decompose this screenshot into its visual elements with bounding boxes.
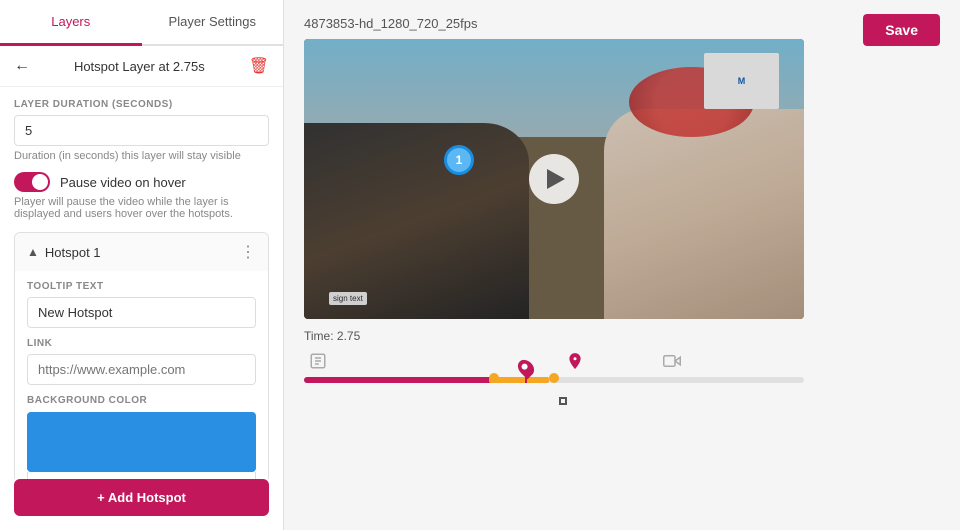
link-label: LINK xyxy=(27,338,256,349)
more-options-icon[interactable]: ⋮ xyxy=(240,242,256,262)
current-time-pin[interactable] xyxy=(519,359,533,383)
hotspot-header-left: ▲ Hotspot 1 xyxy=(27,245,101,260)
pause-video-toggle[interactable] xyxy=(14,172,50,192)
bg-color-label: BACKGROUND COLOR xyxy=(27,395,256,406)
cursor-area xyxy=(304,395,804,415)
camera-icon[interactable] xyxy=(658,349,686,373)
color-info: Custom #0C80DFA6 xyxy=(27,472,256,479)
add-hotspot-button[interactable]: + Add Hotspot xyxy=(14,479,269,516)
pause-video-label: Pause video on hover xyxy=(60,175,186,190)
time-label: Time: 2.75 xyxy=(304,329,804,343)
hotspot-header[interactable]: ▲ Hotspot 1 ⋮ xyxy=(15,233,268,271)
duration-hint: Duration (in seconds) this layer will st… xyxy=(14,150,269,162)
panel-content: LAYER DURATION (SECONDS) Duration (in se… xyxy=(0,87,283,479)
delete-icon[interactable]: 🗑 xyxy=(249,56,269,76)
right-panel: Save 4873853-hd_1280_720_25fps M sign te… xyxy=(284,0,960,530)
chevron-up-icon: ▲ xyxy=(27,245,39,259)
hotspot-body: TOOLTIP TEXT LINK BACKGROUND COLOR Custo… xyxy=(15,271,268,479)
timeline-fill xyxy=(304,377,519,383)
back-row: ← Hotspot Layer at 2.75s 🗑 xyxy=(0,46,283,87)
toggle-row: Pause video on hover xyxy=(14,172,269,192)
color-swatch[interactable] xyxy=(27,412,256,472)
play-button[interactable] xyxy=(529,154,579,204)
hotspot-circle: 1 xyxy=(444,145,474,175)
back-arrow-icon[interactable]: ← xyxy=(14,57,30,75)
duration-label: LAYER DURATION (SECONDS) xyxy=(14,99,269,110)
link-input[interactable] xyxy=(27,354,256,385)
tabs-bar: Layers Player Settings xyxy=(0,0,283,46)
color-overlay xyxy=(27,412,256,472)
timeline-icons-row xyxy=(304,349,804,373)
tooltip-input[interactable] xyxy=(27,297,256,328)
text-layer-icon[interactable] xyxy=(304,349,332,373)
video-bg: M sign text 1 xyxy=(304,39,804,319)
marker-end[interactable] xyxy=(549,373,559,383)
timeline-track-container xyxy=(304,377,804,393)
cursor-indicator xyxy=(559,397,567,405)
video-title: 4873853-hd_1280_720_25fps xyxy=(304,16,940,31)
left-panel: Layers Player Settings ← Hotspot Layer a… xyxy=(0,0,284,530)
hotspot-section: ▲ Hotspot 1 ⋮ TOOLTIP TEXT LINK BACKGROU… xyxy=(14,232,269,479)
pin-layer-icon[interactable] xyxy=(561,349,589,373)
pause-video-hint: Player will pause the video while the la… xyxy=(14,196,269,220)
save-button[interactable]: Save xyxy=(863,14,940,46)
layer-title: Hotspot Layer at 2.75s xyxy=(74,59,205,74)
tooltip-label: TOOLTIP TEXT xyxy=(27,281,256,292)
marker-start[interactable] xyxy=(489,373,499,383)
timeline-area: Time: 2.75 xyxy=(304,329,804,415)
play-icon xyxy=(547,169,565,189)
hotspot-marker[interactable]: 1 xyxy=(444,145,474,175)
hotspot-label: Hotspot 1 xyxy=(45,245,101,260)
video-container: M sign text 1 xyxy=(304,39,804,319)
tab-layers[interactable]: Layers xyxy=(0,0,142,46)
duration-input[interactable] xyxy=(14,115,269,146)
tab-player-settings[interactable]: Player Settings xyxy=(142,0,284,46)
